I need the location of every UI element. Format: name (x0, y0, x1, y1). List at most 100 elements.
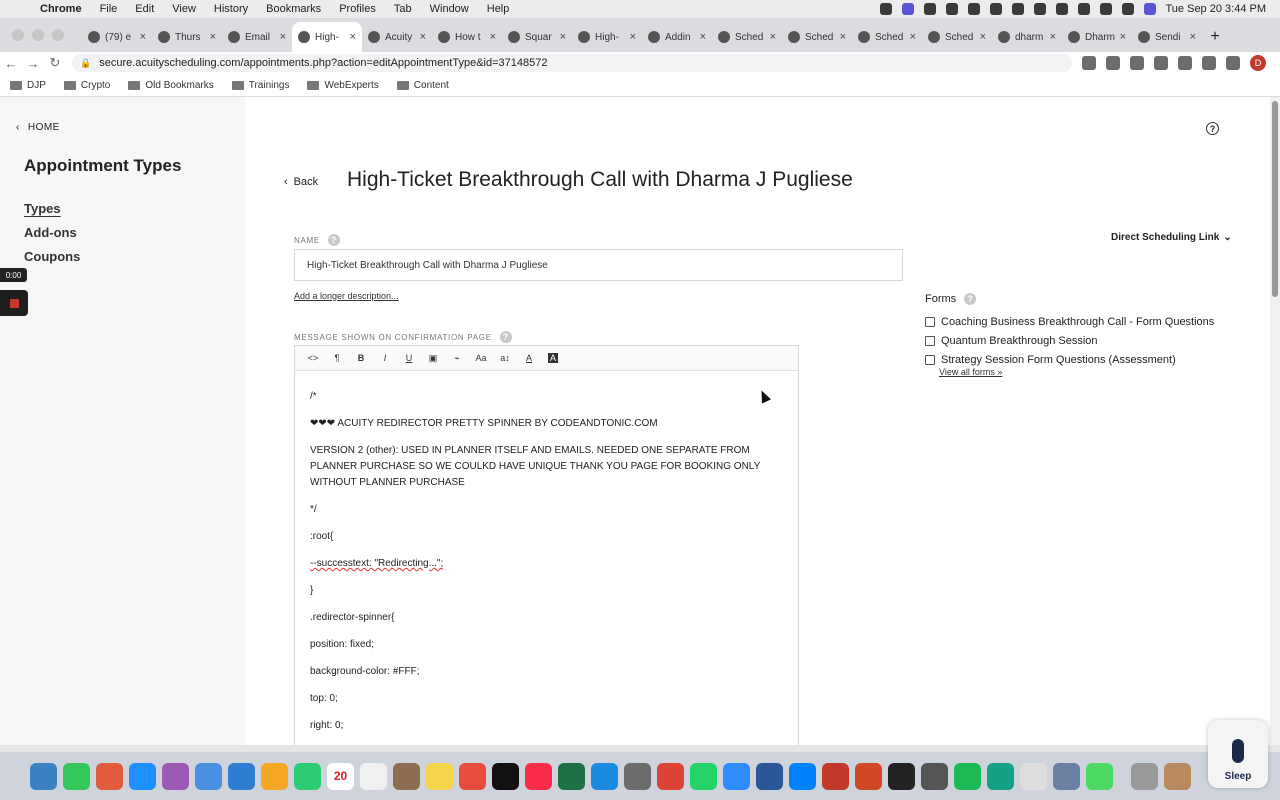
script-status-icon[interactable] (923, 3, 936, 15)
tab-12[interactable]: Sched × (922, 22, 992, 52)
text-color-icon[interactable]: A (517, 353, 541, 363)
numbers-icon[interactable] (1086, 762, 1113, 790)
close-tab-icon[interactable]: × (210, 31, 216, 43)
menu-tab[interactable]: Tab (394, 3, 412, 15)
tab-13[interactable]: dharm × (992, 22, 1062, 52)
news-icon[interactable] (459, 762, 486, 790)
sidebar-item-add-ons[interactable]: Add-ons (24, 225, 77, 240)
back-arrow-icon[interactable]: ← (0, 56, 22, 71)
zoom-icon[interactable] (723, 762, 750, 790)
gear-status-icon[interactable] (879, 3, 892, 15)
documents-stack-icon[interactable] (1164, 762, 1191, 790)
close-tab-icon[interactable]: × (420, 31, 426, 43)
view-all-forms-link[interactable]: View all forms » (939, 367, 1002, 377)
volume-icon[interactable] (989, 3, 1002, 15)
extension-2-icon[interactable] (1178, 56, 1192, 70)
bookmark-star-icon[interactable] (1130, 56, 1144, 70)
paragraph-icon[interactable]: ¶ (325, 353, 349, 363)
editor-content[interactable]: /* ❤❤❤ ACUITY REDIRECTOR PRETTY SPINNER … (295, 371, 798, 734)
podcasts-icon[interactable] (162, 762, 189, 790)
tab-8[interactable]: Addin × (642, 22, 712, 52)
form-option-coaching[interactable]: Coaching Business Breakthrough Call - Fo… (925, 316, 1214, 328)
zoom-window-icon[interactable] (52, 29, 64, 41)
puzzle-icon[interactable] (1202, 56, 1216, 70)
profile-avatar[interactable]: D (1250, 55, 1266, 71)
clock-status-icon[interactable] (1033, 3, 1046, 15)
checkbox[interactable] (925, 336, 935, 346)
apple-tv-icon[interactable] (492, 762, 519, 790)
menu-bookmarks[interactable]: Bookmarks (266, 3, 321, 15)
vpn-app-icon[interactable] (987, 762, 1014, 790)
sidebar-item-types[interactable]: Types (24, 201, 61, 216)
finder-icon[interactable] (30, 762, 57, 790)
chrome-icon[interactable] (657, 762, 684, 790)
menu-profiles[interactable]: Profiles (339, 3, 376, 15)
sidebar-item-coupons[interactable]: Coupons (24, 249, 80, 264)
screen-status-icon[interactable] (945, 3, 958, 15)
link-icon[interactable]: ⌁ (445, 353, 469, 364)
facetime-icon[interactable] (294, 762, 321, 790)
textedit-icon[interactable] (1020, 762, 1047, 790)
help-icon[interactable]: ? (1206, 122, 1219, 135)
close-tab-icon[interactable]: × (910, 31, 916, 43)
tab-1[interactable]: Thurs × (152, 22, 222, 52)
tab-2[interactable]: Email × (222, 22, 292, 52)
excel-icon[interactable] (558, 762, 585, 790)
close-tab-icon[interactable]: × (1190, 31, 1196, 43)
bookmark-webexperts[interactable]: WebExperts (307, 80, 379, 91)
robinhood-icon[interactable] (888, 762, 915, 790)
bluetooth-icon[interactable] (1011, 3, 1024, 15)
question-icon[interactable]: ? (964, 293, 977, 305)
contacts-icon[interactable] (393, 762, 420, 790)
tab-5[interactable]: How t × (432, 22, 502, 52)
share-icon[interactable] (1106, 56, 1120, 70)
wifi-icon[interactable] (1077, 3, 1090, 15)
home-link[interactable]: ‹ HOME (16, 122, 60, 133)
code-view-icon[interactable]: <> (301, 353, 325, 363)
tab-3[interactable]: High- × (292, 22, 362, 52)
menu-view[interactable]: View (172, 3, 196, 15)
close-tab-icon[interactable]: × (980, 31, 986, 43)
question-icon[interactable]: ? (327, 234, 340, 246)
wps-icon[interactable] (822, 762, 849, 790)
search-icon[interactable] (1099, 3, 1112, 15)
bluetooth-app-icon[interactable] (789, 762, 816, 790)
form-option-quantum[interactable]: Quantum Breakthrough Session (925, 335, 1098, 347)
close-tab-icon[interactable]: × (1050, 31, 1056, 43)
back-button[interactable]: ‹ Back (284, 176, 318, 188)
background-color-icon[interactable]: A (548, 353, 558, 363)
menu-app-name[interactable]: Chrome (40, 3, 82, 15)
close-tab-icon[interactable]: × (490, 31, 496, 43)
close-tab-icon[interactable]: × (560, 31, 566, 43)
checkbox[interactable] (925, 355, 935, 365)
siri-icon[interactable] (1143, 3, 1156, 15)
skype-icon[interactable] (591, 762, 618, 790)
close-tab-icon[interactable]: × (350, 31, 356, 43)
bookmark-djp[interactable]: DJP (10, 80, 46, 91)
question-icon[interactable]: ? (499, 331, 512, 343)
bookmark-trainings[interactable]: Trainings (231, 80, 289, 91)
menu-edit[interactable]: Edit (135, 3, 154, 15)
tab-11[interactable]: Sched × (852, 22, 922, 52)
tab-4[interactable]: Acuity × (362, 22, 432, 52)
form-option-strategy[interactable]: Strategy Session Form Questions (Assessm… (925, 354, 1176, 366)
sidebar-icon[interactable] (1226, 56, 1240, 70)
preview-icon[interactable] (1053, 762, 1080, 790)
sleep-widget[interactable]: Sleep (1208, 720, 1268, 788)
name-input[interactable] (294, 249, 903, 281)
close-tab-icon[interactable]: × (700, 31, 706, 43)
checkbox[interactable] (925, 317, 935, 327)
tab-15[interactable]: Sendi × (1132, 22, 1202, 52)
app-status-icon[interactable] (901, 3, 914, 15)
powerpoint-icon[interactable] (855, 762, 882, 790)
music-icon[interactable] (525, 762, 552, 790)
messages-icon[interactable] (63, 762, 90, 790)
safari-icon[interactable] (129, 762, 156, 790)
bookmark-crypto[interactable]: Crypto (63, 80, 110, 91)
confirmation-message-editor[interactable]: <> ¶ B I U ▣ ⌁ Aa a↕ A A /* ❤❤❤ ACUITY R… (294, 345, 799, 745)
bookmark-old-bookmarks[interactable]: Old Bookmarks (128, 80, 214, 91)
stop-recording-button[interactable] (0, 290, 28, 316)
menu-file[interactable]: File (100, 3, 118, 15)
minimize-window-icon[interactable] (32, 29, 44, 41)
launchpad-icon[interactable] (96, 762, 123, 790)
